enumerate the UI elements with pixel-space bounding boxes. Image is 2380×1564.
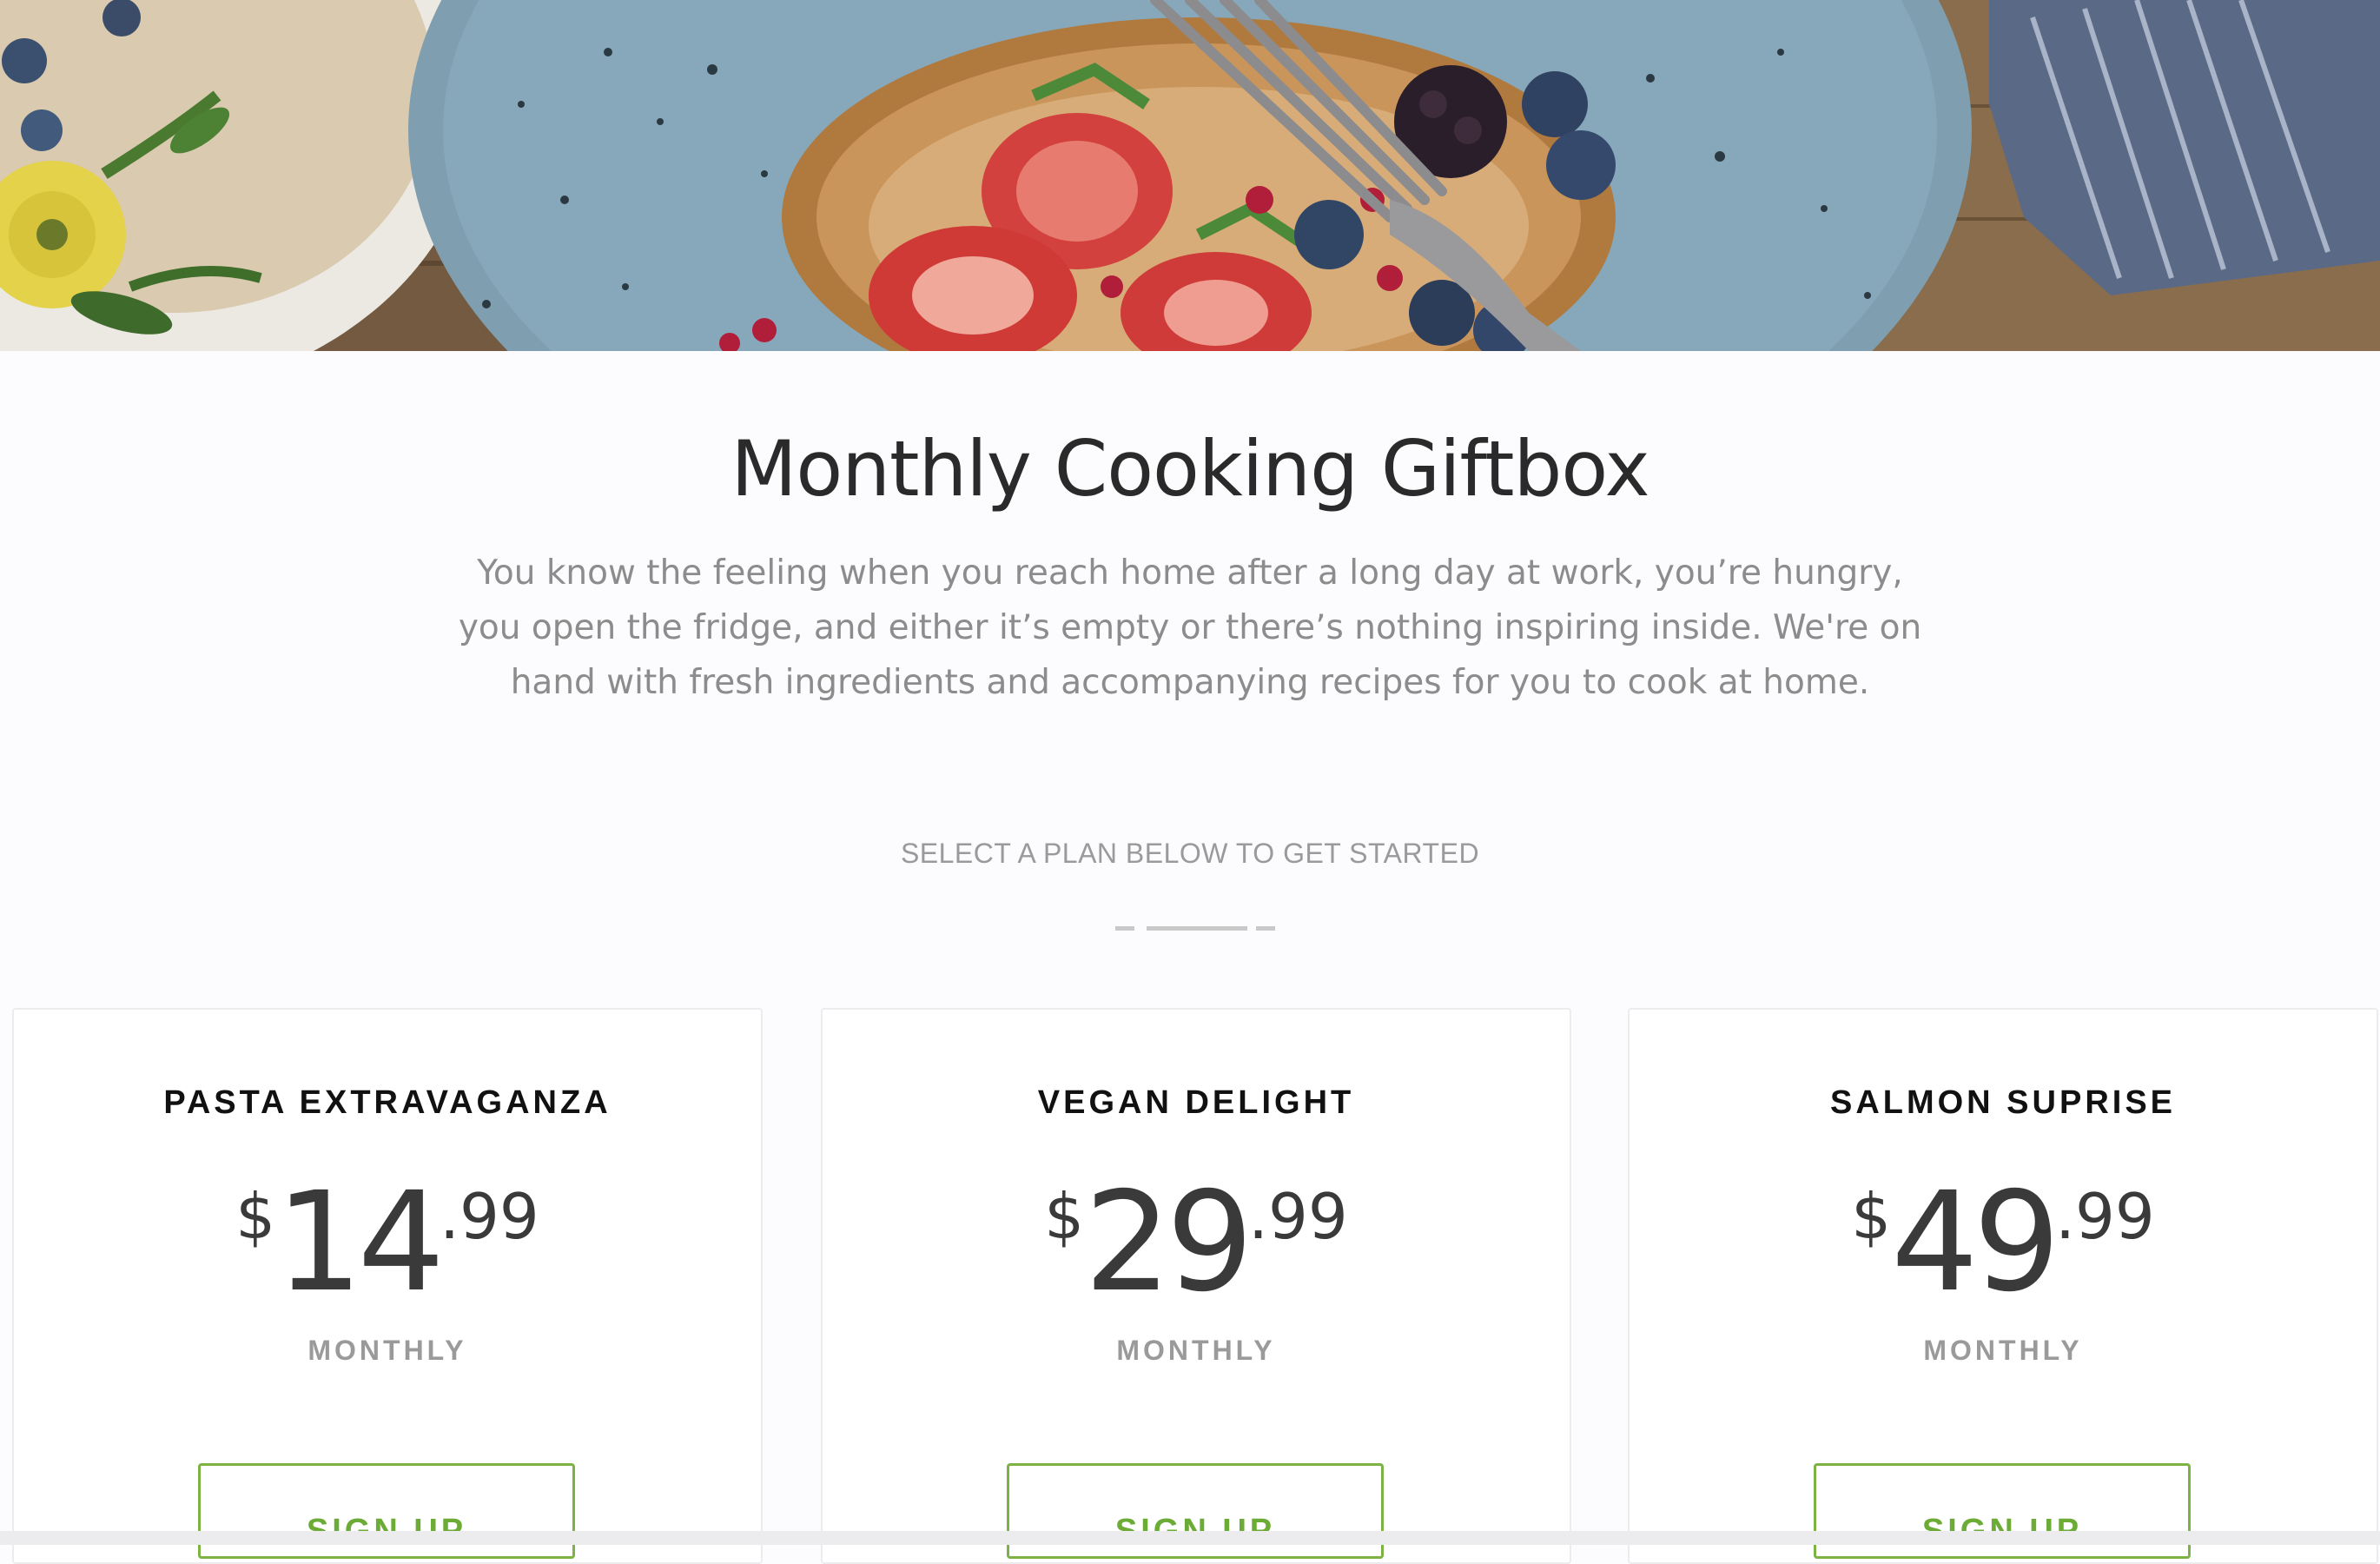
price-currency: $	[1851, 1180, 1892, 1253]
plan-card-pasta: PASTA EXTRAVAGANZA $14.99 MONTHLY SIGN U…	[12, 1008, 763, 1564]
plan-card-salmon: SALMON SUPRISE $49.99 MONTHLY SIGN UP	[1628, 1008, 2378, 1564]
intro-paragraph: You know the feeling when you reach home…	[458, 553, 1922, 702]
price-whole: 49	[1891, 1163, 2060, 1322]
divider-dash-left	[1115, 926, 1134, 931]
page-bottom-edge	[0, 1531, 2380, 1545]
divider-dash-center	[1147, 926, 1247, 931]
plans-heading: SELECT A PLAN BELOW TO GET STARTED	[900, 838, 1480, 869]
plan-card-vegan: VEGAN DELIGHT $29.99 MONTHLY SIGN UP	[821, 1008, 1571, 1564]
plan-price: $49.99	[1630, 1173, 2377, 1312]
plan-price: $29.99	[823, 1173, 1570, 1312]
page-title: Monthly Cooking Giftbox	[731, 424, 1649, 514]
price-whole: 29	[1084, 1163, 1253, 1322]
divider-dash-right	[1256, 926, 1275, 931]
plan-period: MONTHLY	[307, 1335, 467, 1366]
price-currency: $	[1044, 1180, 1085, 1253]
plan-period: MONTHLY	[1923, 1335, 2083, 1366]
plan-price: $14.99	[14, 1173, 761, 1312]
plan-period: MONTHLY	[1116, 1335, 1276, 1366]
price-cents: .99	[1248, 1180, 1348, 1253]
price-cents: .99	[2055, 1180, 2155, 1253]
price-cents: .99	[440, 1180, 539, 1253]
plan-name: VEGAN DELIGHT	[1037, 1084, 1355, 1121]
price-whole: 14	[275, 1163, 445, 1322]
price-currency: $	[235, 1180, 276, 1253]
plan-name: PASTA EXTRAVAGANZA	[163, 1084, 612, 1121]
plan-name: SALMON SUPRISE	[1829, 1084, 2177, 1121]
hero-image	[0, 0, 2380, 351]
